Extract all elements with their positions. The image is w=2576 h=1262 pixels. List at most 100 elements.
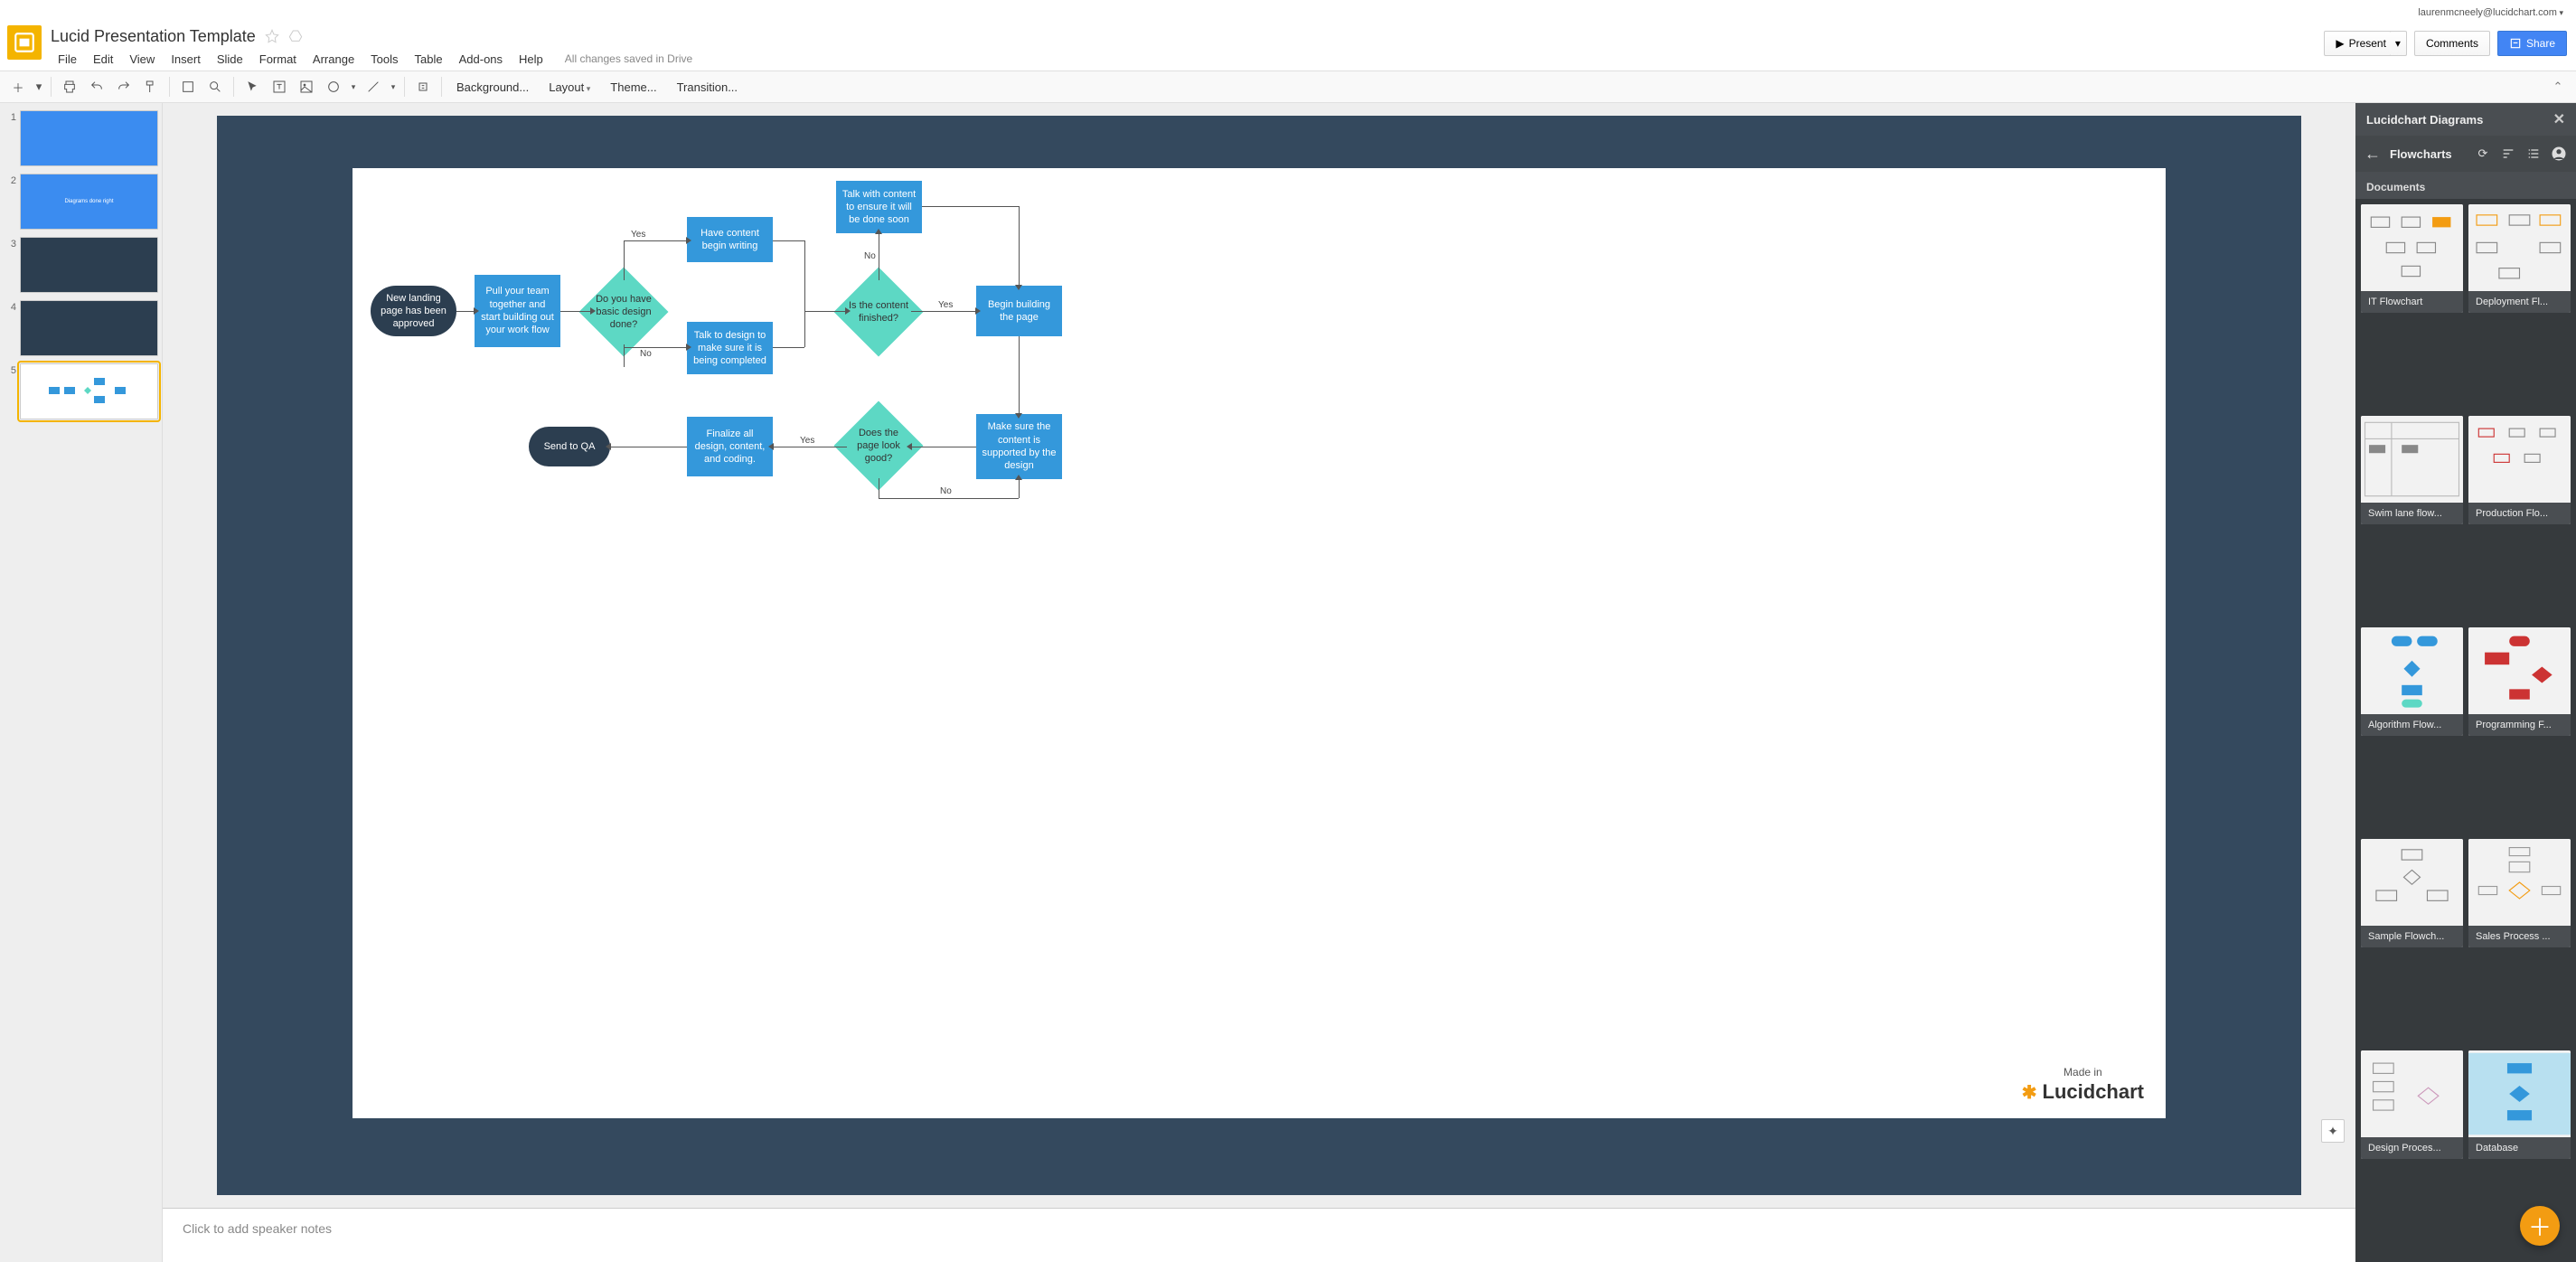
doc-label: Programming F... [2468,714,2571,736]
menu-edit[interactable]: Edit [86,49,120,70]
doc-label: Database [2468,1137,2571,1159]
lucidchart-mark-icon: ✱ [2022,1081,2037,1104]
menu-format[interactable]: Format [252,49,304,70]
flowchart-diagram: New landing page has been approved Pull … [353,168,2166,1118]
menu-file[interactable]: File [51,49,84,70]
fc-start: New landing page has been approved [371,286,456,336]
fc-design-q: Do you have basic design done? [592,280,655,344]
menu-slide[interactable]: Slide [210,49,250,70]
drive-icon[interactable] [288,29,303,43]
slide-num: 3 [4,237,20,293]
background-button[interactable]: Background... [447,80,538,94]
back-icon[interactable]: ← [2364,145,2381,164]
fc-look-q: Does the page look good? [847,414,910,477]
list-icon[interactable] [2525,146,2542,162]
user-email[interactable]: laurenmcneely@lucidchart.com [2418,7,2569,18]
account-icon[interactable] [2551,146,2567,162]
share-button[interactable]: Share [2497,31,2567,56]
new-slide-button[interactable]: ＋ [5,74,31,99]
menu-tools[interactable]: Tools [363,49,405,70]
refresh-icon[interactable]: ⟳ [2475,146,2491,162]
menu-addons[interactable]: Add-ons [452,49,510,70]
save-status: All changes saved in Drive [565,52,692,65]
doc-card[interactable]: Design Proces... [2361,1050,2463,1159]
doc-label: Production Flo... [2468,503,2571,524]
shape-dropdown[interactable]: ▾ [348,74,359,99]
print-icon[interactable] [57,74,82,99]
image-icon[interactable] [294,74,319,99]
slide-thumb-1[interactable] [20,110,158,166]
doc-label: Deployment Fl... [2468,291,2571,313]
doc-card[interactable]: Sample Flowch... [2361,839,2463,947]
panel-breadcrumb: Flowcharts [2390,147,2466,161]
layout-button[interactable]: Layout [540,80,599,94]
slide-num: 1 [4,110,20,166]
menu-table[interactable]: Table [408,49,450,70]
doc-card[interactable]: Sales Process ... [2468,839,2571,947]
select-tool-icon[interactable] [240,74,265,99]
doc-card[interactable]: IT Flowchart [2361,204,2463,313]
menu-view[interactable]: View [122,49,162,70]
star-icon[interactable] [265,29,279,43]
slide-thumb-2[interactable]: Diagrams done right [20,174,158,230]
share-icon [2509,37,2522,50]
speaker-notes[interactable]: Click to add speaker notes [163,1208,2355,1262]
doc-card[interactable]: Database [2468,1050,2571,1159]
toolbar: ＋ ▾ ▾ ▾ Background... Layout Theme... Tr… [0,71,2576,103]
explore-button[interactable]: ✦ [2321,1119,2345,1143]
theme-button[interactable]: Theme... [601,80,665,94]
new-slide-dropdown[interactable]: ▾ [33,74,45,99]
sort-icon[interactable] [2500,146,2516,162]
slide-thumb-5[interactable] [20,363,158,419]
fc-no-1: No [640,349,652,359]
doc-card[interactable]: Programming F... [2468,627,2571,736]
comment-icon[interactable] [410,74,436,99]
fc-no-3: No [940,486,952,496]
doc-label: Algorithm Flow... [2361,714,2463,736]
shape-icon[interactable] [321,74,346,99]
fc-yes-1: Yes [631,230,645,240]
doc-title[interactable]: Lucid Presentation Template [51,27,256,46]
fc-yes-2: Yes [938,300,953,310]
fc-talk-design: Talk to design to make sure it is being … [687,322,773,374]
redo-icon[interactable] [111,74,136,99]
textbox-icon[interactable] [267,74,292,99]
paint-format-icon[interactable] [138,74,164,99]
fc-finalize: Finalize all design, content, and coding… [687,417,773,476]
doc-label: Sample Flowch... [2361,926,2463,947]
doc-label: Design Proces... [2361,1137,2463,1159]
fit-icon[interactable] [175,74,201,99]
slide-canvas[interactable]: New landing page has been approved Pull … [353,168,2166,1118]
menu-help[interactable]: Help [512,49,550,70]
fc-support: Make sure the content is supported by th… [976,414,1062,479]
present-dropdown[interactable]: ▾ [2390,31,2407,56]
doc-card[interactable]: Production Flo... [2468,416,2571,524]
close-icon[interactable]: ✕ [2553,110,2565,128]
fc-content-write: Have content begin writing [687,217,773,262]
fc-pull-team: Pull your team together and start buildi… [475,275,560,347]
slide-num: 2 [4,174,20,230]
zoom-icon[interactable] [202,74,228,99]
present-button[interactable]: ▶Present [2324,31,2398,56]
fc-talk-content: Talk with content to ensure it will be d… [836,181,922,233]
slide-thumb-4[interactable] [20,300,158,356]
undo-icon[interactable] [84,74,109,99]
doc-label: Sales Process ... [2468,926,2571,947]
menu-insert[interactable]: Insert [164,49,208,70]
lucidchart-panel: Lucidchart Diagrams ✕ ← Flowcharts ⟳ Doc… [2355,103,2576,1262]
collapse-toolbar-icon[interactable]: ⌃ [2545,74,2571,99]
transition-button[interactable]: Transition... [668,80,747,94]
fc-build: Begin building the page [976,286,1062,336]
slide-thumb-3[interactable] [20,237,158,293]
line-dropdown[interactable]: ▾ [388,74,399,99]
slides-logo[interactable] [7,25,42,60]
doc-card[interactable]: Deployment Fl... [2468,204,2571,313]
menu-bar: File Edit View Insert Slide Format Arran… [51,47,2315,71]
doc-card[interactable]: Swim lane flow... [2361,416,2463,524]
line-icon[interactable] [361,74,386,99]
doc-card[interactable]: Algorithm Flow... [2361,627,2463,736]
new-diagram-fab[interactable]: ＋ [2520,1206,2560,1246]
menu-arrange[interactable]: Arrange [306,49,362,70]
comments-button[interactable]: Comments [2414,31,2490,56]
fc-qa: Send to QA [529,427,610,466]
